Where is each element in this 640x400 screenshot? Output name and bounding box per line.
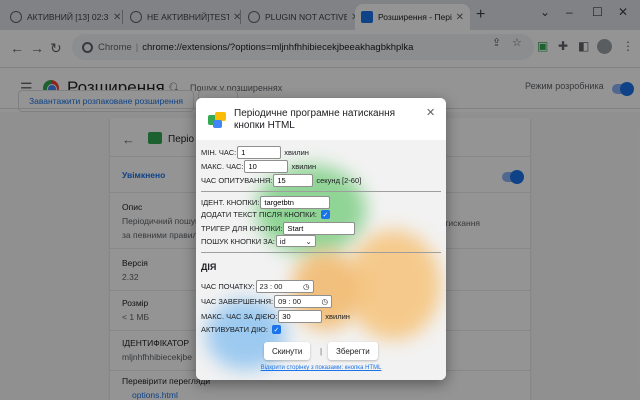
poll-time-label: ЧАС ОПИТУВАННЯ:: [201, 176, 273, 185]
options-form: МІН. ЧАС: хвилин МАКС. ЧАС: хвилин ЧАС О…: [196, 140, 446, 380]
max-action-time-row: МАКС. ЧАС ЗА ДІЄЮ: хвилин: [201, 310, 350, 323]
poll-time-input[interactable]: [273, 174, 314, 187]
extension-logo-icon: [208, 112, 226, 128]
options-dialog: Періодичне програмне натискання кнопки H…: [196, 98, 446, 380]
trigger-label: ТРИГЕР ДЛЯ КНОПКИ:: [201, 224, 283, 233]
poll-time-row: ЧАС ОПИТУВАННЯ: секунд [2-60]: [201, 174, 361, 187]
trigger-row: ТРИГЕР ДЛЯ КНОПКИ:: [201, 222, 356, 235]
add-text-label: ДОДАТИ ТЕКСТ ПІСЛЯ КНОПКИ:: [201, 210, 317, 219]
dialog-title: Періодичне програмне натискання кнопки H…: [234, 108, 396, 131]
activate-label: АКТИВУВАТИ ДІЮ:: [201, 325, 268, 334]
save-button[interactable]: Зберегти: [328, 342, 378, 360]
search-by-row: ПОШУК КНОПКИ ЗА: id ⌄: [201, 235, 316, 247]
button-id-row: ІДЕНТ. КНОПКИ:: [201, 196, 331, 209]
footer-link[interactable]: Відкрити сторінку з показами: кнопка HTM…: [196, 365, 446, 371]
add-text-row: ДОДАТИ ТЕКСТ ПІСЛЯ КНОПКИ: ✓: [201, 210, 330, 219]
trigger-input[interactable]: [283, 222, 356, 235]
end-time-label: ЧАС ЗАВЕРШЕННЯ:: [201, 297, 274, 306]
max-time-label: МАКС. ЧАС:: [201, 162, 244, 171]
button-separator: |: [320, 347, 323, 356]
section-divider: [201, 252, 441, 253]
section-divider: [201, 191, 441, 192]
button-id-label: ІДЕНТ. КНОПКИ:: [201, 198, 260, 207]
max-action-time-label: МАКС. ЧАС ЗА ДІЄЮ:: [201, 312, 278, 321]
search-by-label: ПОШУК КНОПКИ ЗА:: [201, 236, 275, 246]
action-section-title: ДІЯ: [201, 262, 217, 272]
search-by-value: id: [279, 236, 286, 246]
max-time-unit: хвилин: [291, 162, 317, 171]
start-time-label: ЧАС ПОЧАТКУ:: [201, 282, 255, 291]
max-time-input[interactable]: [244, 160, 289, 173]
add-text-checkbox[interactable]: ✓: [320, 210, 330, 219]
clock-icon: ◷: [302, 282, 310, 291]
max-action-time-input[interactable]: [278, 310, 323, 323]
end-time-value: 09 : 00: [278, 297, 302, 306]
close-icon[interactable]: ✕: [426, 106, 435, 119]
end-time-row: ЧАС ЗАВЕРШЕННЯ: 09 : 00 ◷: [201, 295, 333, 308]
min-time-input[interactable]: [237, 146, 282, 159]
max-time-row: МАКС. ЧАС: хвилин: [201, 160, 316, 173]
dialog-header: Періодичне програмне натискання кнопки H…: [196, 98, 446, 140]
end-time-input[interactable]: 09 : 00 ◷: [274, 295, 333, 308]
min-time-unit: хвилин: [284, 148, 309, 157]
start-time-row: ЧАС ПОЧАТКУ: 23 : 00 ◷: [201, 280, 314, 293]
start-time-value: 23 : 00: [259, 282, 283, 291]
activate-checkbox[interactable]: ✓: [271, 325, 281, 334]
min-time-label: МІН. ЧАС:: [201, 148, 237, 157]
clock-icon: ◷: [321, 297, 329, 306]
reset-button[interactable]: Скинути: [264, 342, 311, 360]
max-action-time-unit: хвилин: [325, 312, 350, 321]
min-time-row: МІН. ЧАС: хвилин: [201, 146, 309, 159]
start-time-input[interactable]: 23 : 00 ◷: [255, 280, 314, 293]
button-id-input[interactable]: [260, 196, 331, 209]
search-by-select[interactable]: id ⌄: [275, 235, 316, 247]
poll-time-unit: секунд [2-60]: [316, 176, 362, 185]
chevron-down-icon: ⌄: [305, 236, 312, 246]
activate-row: АКТИВУВАТИ ДІЮ: ✓: [201, 325, 281, 334]
